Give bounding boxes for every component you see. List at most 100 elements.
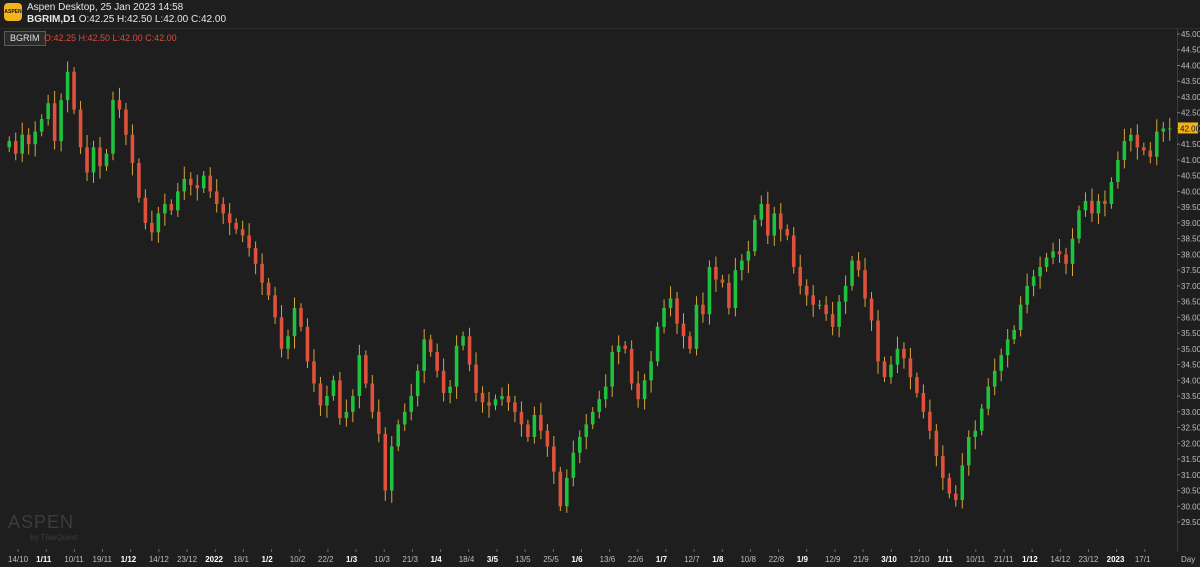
candle: [740, 254, 744, 281]
candle: [772, 206, 777, 246]
candle: [422, 329, 426, 384]
candle: [979, 403, 984, 436]
x-tick-label: 10/11: [64, 555, 84, 564]
candle: [532, 406, 537, 444]
x-tick-label: 21/9: [853, 555, 869, 564]
candle: [629, 340, 634, 391]
candle: [610, 345, 614, 398]
candle: [214, 179, 219, 213]
y-tick-label: 42.50: [1181, 109, 1200, 118]
candle: [603, 374, 608, 408]
candle-body: [1057, 251, 1062, 255]
candle-body: [377, 411, 381, 434]
candle: [1083, 192, 1088, 217]
x-tick-label: 12/7: [684, 555, 700, 564]
candle: [487, 391, 491, 418]
candle-body: [1148, 150, 1153, 157]
candle: [552, 436, 556, 484]
candle-body: [778, 213, 783, 230]
candle-body: [629, 348, 634, 384]
candle-body: [954, 493, 958, 500]
x-tick-label: 10/11: [966, 555, 986, 564]
y-tick-label: 33.50: [1181, 392, 1200, 401]
candle: [370, 374, 375, 419]
candle-body: [1038, 266, 1042, 277]
price-chart[interactable]: 45.00 44.50 44.00 43.50 43.00 42.50 42.00 41.50…: [0, 0, 1200, 567]
candle-body: [273, 295, 277, 318]
candle: [668, 286, 673, 317]
candle-body: [396, 424, 401, 447]
candle-body: [539, 414, 543, 431]
candle: [331, 375, 336, 401]
candle-body: [577, 436, 582, 453]
candle-body: [435, 351, 439, 371]
candle: [1025, 273, 1029, 314]
candle-body: [253, 248, 258, 264]
x-tick-label: 1/4: [431, 555, 443, 564]
y-tick-label: 35.50: [1181, 329, 1200, 338]
candle-body: [565, 477, 569, 507]
candle-body: [1031, 276, 1036, 286]
candle-body: [532, 414, 537, 437]
y-tick-label: 31.50: [1181, 455, 1200, 464]
candle-body: [545, 430, 550, 447]
candle-body: [98, 147, 102, 167]
x-tick-label: 22/6: [628, 555, 644, 564]
chart-symbol-badge[interactable]: BGRIM: [4, 31, 46, 46]
candle-body: [928, 411, 932, 431]
aspen-watermark: ASPEN by ThaiQuest: [8, 512, 77, 542]
candle-body: [882, 361, 887, 378]
candle-body: [921, 392, 926, 412]
candle: [986, 378, 991, 416]
candle-body: [169, 204, 174, 211]
x-tick-label: 1/2: [262, 555, 274, 564]
candle-body: [636, 383, 640, 400]
candle-body: [694, 304, 699, 349]
candle: [253, 241, 258, 275]
x-tick-label: 1/11: [36, 555, 52, 564]
candle: [318, 376, 323, 416]
candle: [1077, 205, 1081, 244]
candle: [1044, 252, 1049, 272]
candle: [778, 203, 783, 242]
candle-body: [649, 361, 653, 381]
candle-body: [616, 345, 621, 352]
candle-body: [895, 348, 900, 365]
candle-body: [552, 446, 556, 472]
candle-body: [111, 100, 115, 154]
candle-body: [850, 260, 854, 286]
candle-body: [124, 109, 128, 135]
candle-body: [506, 396, 511, 403]
candle: [1090, 188, 1094, 222]
candle: [163, 193, 167, 226]
candle-body: [707, 266, 712, 315]
candle-body: [39, 119, 44, 132]
candle: [260, 253, 264, 296]
candle: [837, 295, 841, 338]
candle-body: [811, 295, 815, 305]
candle-body: [188, 178, 193, 186]
candle-body: [260, 263, 264, 283]
candle: [1005, 329, 1010, 368]
candle: [143, 189, 148, 230]
candle-body: [791, 235, 796, 267]
candle-body: [7, 141, 12, 148]
candle-body: [720, 279, 725, 283]
candle: [130, 124, 135, 176]
timeframe-unit-label[interactable]: Day: [1181, 555, 1195, 564]
candle-body: [902, 348, 906, 359]
x-tick-label: 1/12: [121, 555, 137, 564]
candle-body: [597, 399, 602, 412]
candle: [7, 136, 12, 153]
candle: [791, 226, 796, 274]
candle: [817, 300, 822, 310]
candle: [785, 224, 790, 241]
y-tick-label: 37.00: [1181, 282, 1200, 291]
candle: [577, 430, 582, 464]
candle-body: [830, 314, 835, 327]
candle-body: [227, 213, 232, 223]
x-tick-label: 17/1: [1135, 555, 1151, 564]
candle-body: [908, 358, 913, 378]
candle-body: [389, 446, 394, 491]
candle: [811, 284, 815, 318]
